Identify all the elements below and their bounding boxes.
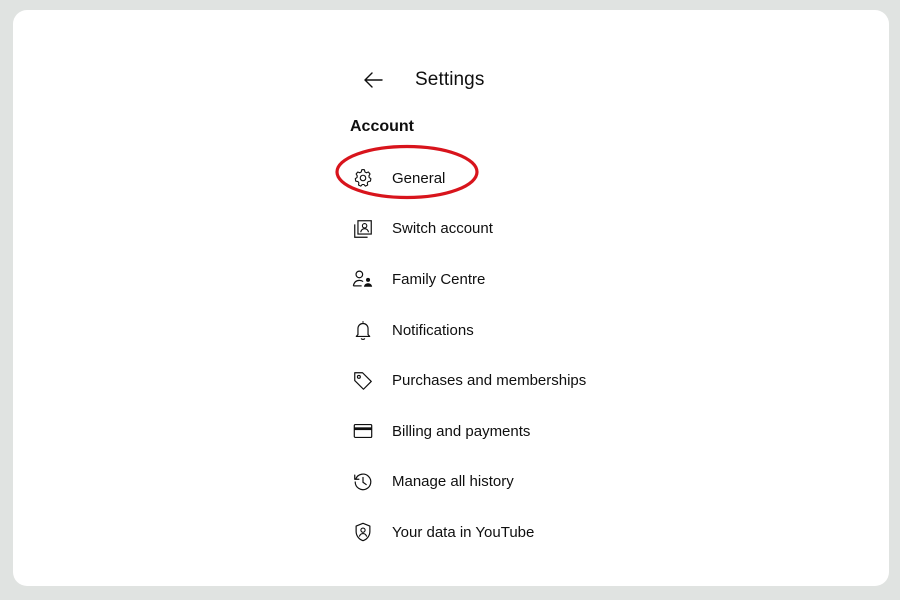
credit-card-icon xyxy=(350,418,376,444)
arrow-left-icon xyxy=(364,72,383,88)
menu-item-family-centre[interactable]: Family Centre xyxy=(350,254,650,305)
menu-item-general[interactable]: General xyxy=(350,153,650,204)
bell-icon xyxy=(350,317,376,343)
tag-icon xyxy=(350,368,376,394)
menu-item-label: General xyxy=(392,169,446,187)
history-icon xyxy=(350,469,376,495)
menu-item-your-data[interactable]: Your data in YouTube xyxy=(350,507,650,558)
menu-item-notifications[interactable]: Notifications xyxy=(350,305,650,356)
menu-item-billing[interactable]: Billing and payments xyxy=(350,406,650,457)
menu-item-label: Billing and payments xyxy=(392,422,531,440)
menu-item-purchases[interactable]: Purchases and memberships xyxy=(350,355,650,406)
menu-item-label: Family Centre xyxy=(392,270,486,288)
menu-item-label: Manage all history xyxy=(392,473,514,491)
back-button[interactable] xyxy=(353,62,393,98)
settings-header: Settings xyxy=(353,62,484,98)
menu-item-label: Purchases and memberships xyxy=(392,372,587,390)
gear-icon xyxy=(350,165,376,191)
account-menu: General Switch account Family Centre Not… xyxy=(350,153,650,558)
menu-item-history[interactable]: Manage all history xyxy=(350,457,650,508)
settings-panel: Settings Account General Switch account … xyxy=(13,10,889,586)
shield-person-icon xyxy=(350,519,376,545)
menu-item-label: Notifications xyxy=(392,321,474,339)
switch-account-icon xyxy=(350,216,376,242)
menu-item-switch-account[interactable]: Switch account xyxy=(350,204,650,255)
family-icon xyxy=(350,266,376,292)
section-heading-account: Account xyxy=(350,118,414,135)
menu-item-label: Switch account xyxy=(392,220,493,238)
page-title: Settings xyxy=(415,69,485,90)
menu-item-label: Your data in YouTube xyxy=(392,523,535,541)
